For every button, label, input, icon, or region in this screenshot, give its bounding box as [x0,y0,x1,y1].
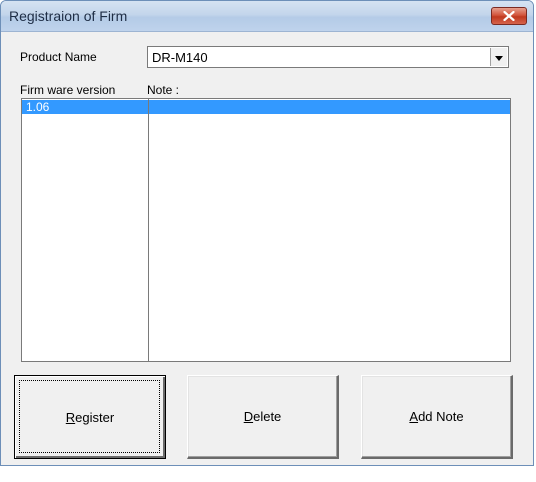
list-item[interactable]: 1.06 [22,100,510,114]
product-name-label: Product Name [20,50,97,64]
add-note-button-label: Add Note [409,409,464,424]
chevron-down-icon [495,48,503,66]
title-bar[interactable]: Registraion of Firm [1,1,533,32]
column-divider [148,99,149,361]
window-title: Registraion of Firm [9,8,128,24]
registration-dialog: Registraion of Firm Product Name DR-M140… [0,0,534,466]
dialog-client-area: Product Name DR-M140 Firm ware version N… [7,32,527,459]
register-button[interactable]: Register [14,375,166,459]
product-name-value: DR-M140 [152,50,208,65]
firmware-version-cell: 1.06 [26,100,50,114]
close-icon [503,11,515,21]
firmware-list[interactable]: 1.06 [21,98,511,362]
register-button-label: Register [65,409,115,425]
delete-button-label: Delete [243,409,282,424]
product-name-select[interactable]: DR-M140 [147,46,509,68]
close-button[interactable] [491,7,527,25]
dropdown-button[interactable] [490,48,507,66]
delete-button[interactable]: Delete [187,375,339,459]
add-note-button[interactable]: Add Note [361,375,513,459]
firmware-version-header: Firm ware version [20,83,116,97]
note-header: Note : [147,83,180,97]
